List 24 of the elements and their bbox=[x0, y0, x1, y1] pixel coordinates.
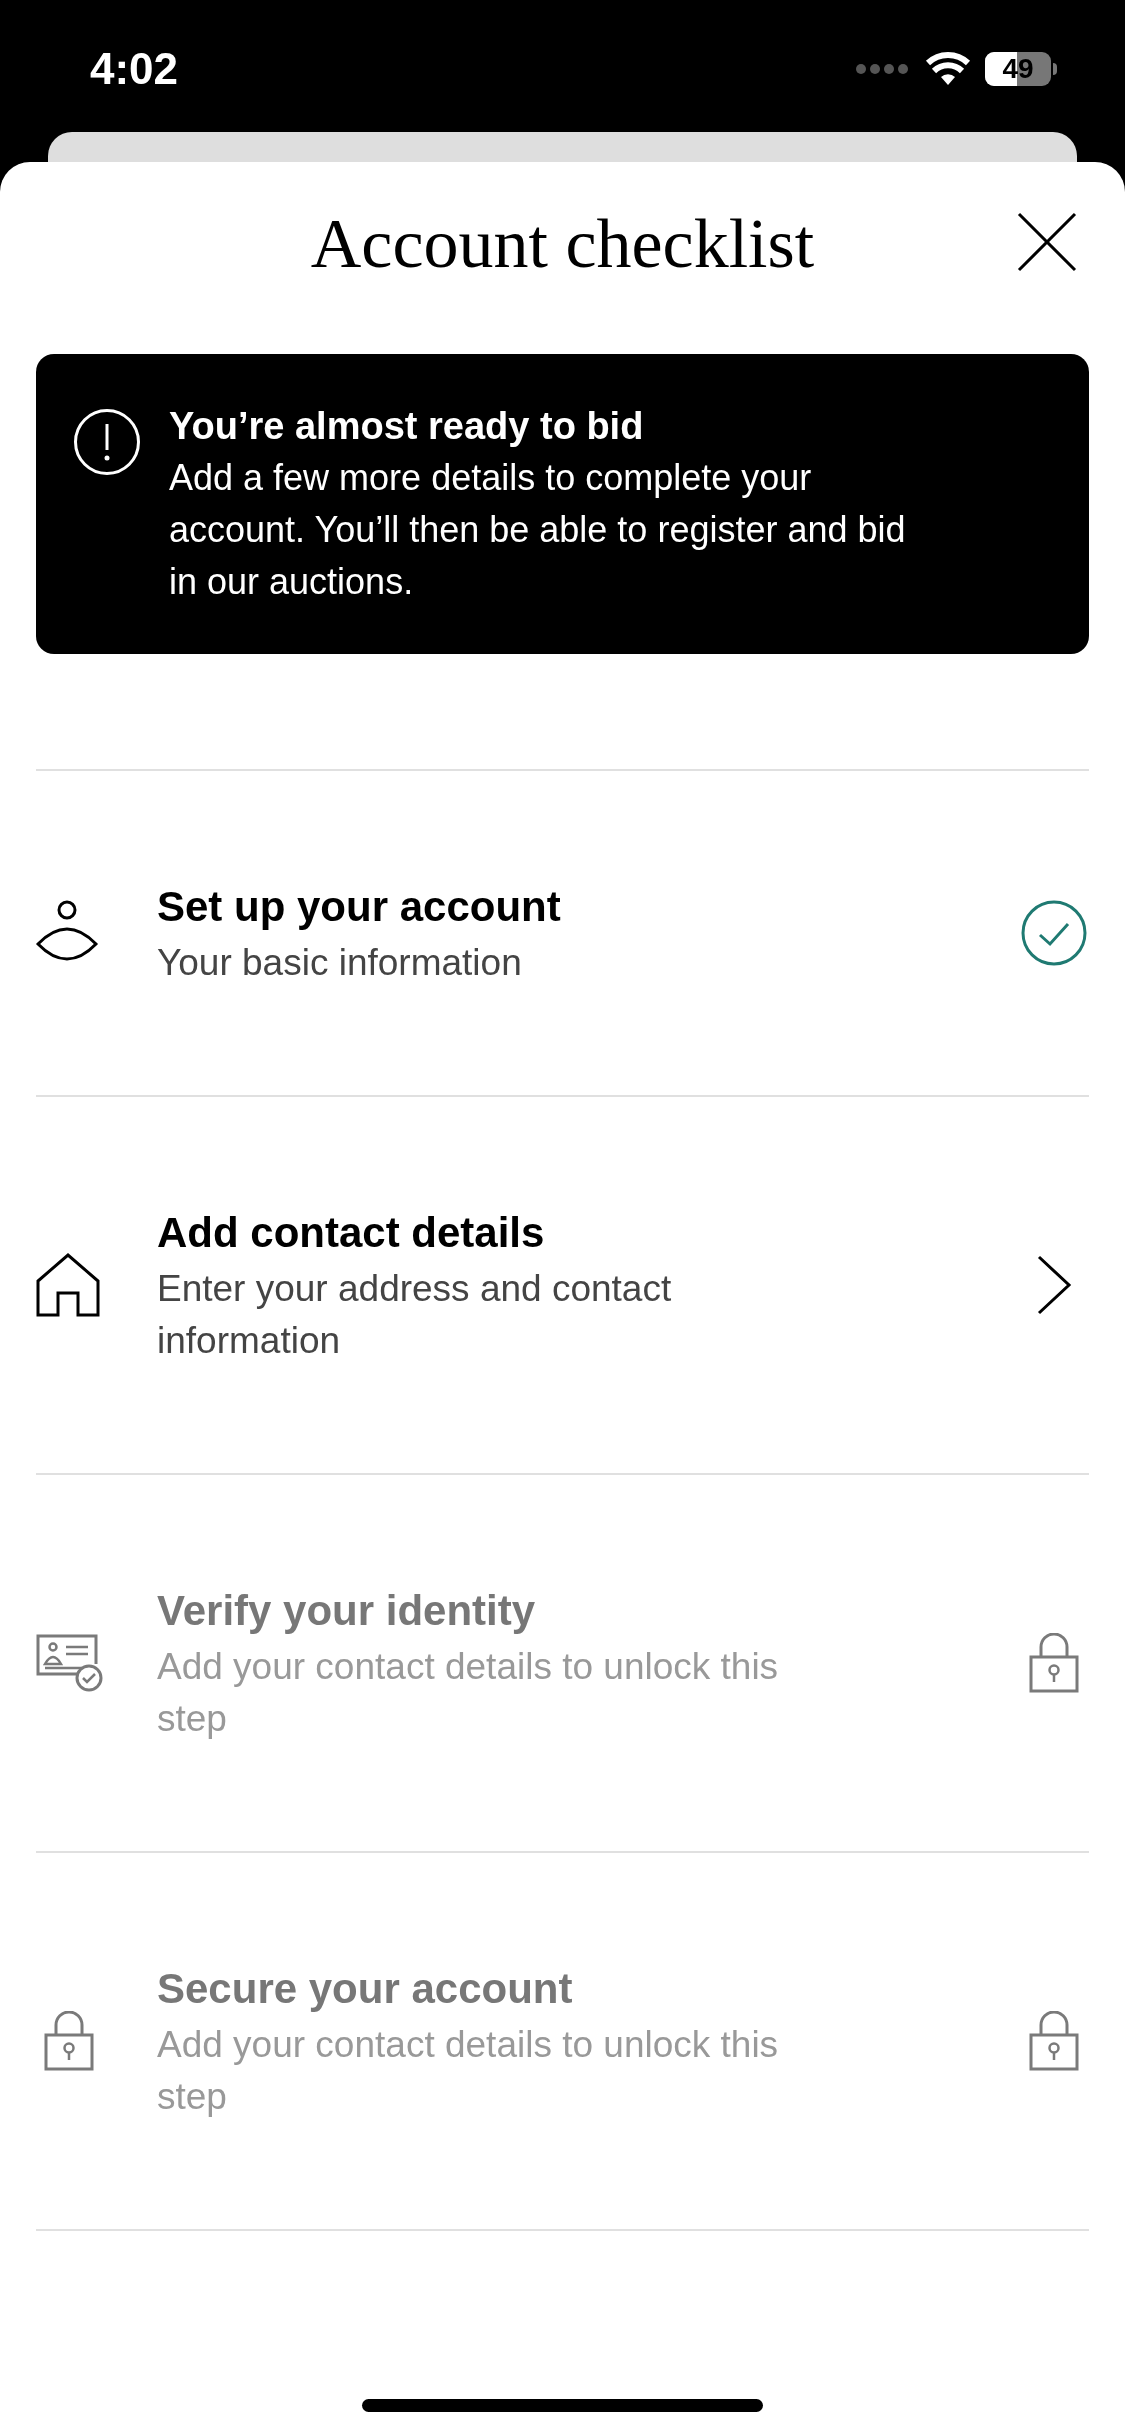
wifi-icon bbox=[925, 52, 971, 86]
alert-icon bbox=[73, 408, 141, 476]
checklist-row[interactable]: Verify your identity Add your contact details to unlock this step bbox=[36, 1475, 1089, 1853]
padlock-icon bbox=[44, 2011, 94, 2071]
house-icon bbox=[36, 1253, 100, 1317]
clock-time: 4:02 bbox=[90, 43, 179, 95]
checklist-row[interactable]: Set up your account Your basic information bbox=[36, 771, 1089, 1097]
step-title: Add contact details bbox=[157, 1208, 546, 1258]
signal-icon bbox=[855, 62, 911, 76]
banner-title: You’re almost ready to bid bbox=[169, 404, 645, 449]
step-title: Set up your account bbox=[157, 882, 562, 932]
close-button[interactable] bbox=[1015, 210, 1079, 274]
step-title: Verify your identity bbox=[157, 1586, 537, 1636]
step-description: Add your contact details to unlock this step bbox=[157, 2023, 780, 2119]
step-description: Enter your address and contact information bbox=[157, 1267, 673, 1363]
id-card-icon bbox=[36, 1634, 104, 1692]
step-title: Secure your account bbox=[157, 1964, 574, 2014]
step-description: Add your contact details to unlock this step bbox=[157, 1645, 780, 1741]
step-description: Your basic information bbox=[157, 941, 523, 985]
checklist-row[interactable]: Secure your account Add your contact details to unlock this step bbox=[36, 1853, 1089, 2231]
sheet-title: Account checklist bbox=[310, 203, 815, 284]
banner-text: Add a few more details to complete your account. You’ll then be able to register and bid in our auctions. bbox=[169, 456, 907, 604]
close-icon bbox=[1017, 212, 1077, 272]
checklist-row[interactable]: Add contact details Enter your address and contact information bbox=[36, 1097, 1089, 1475]
